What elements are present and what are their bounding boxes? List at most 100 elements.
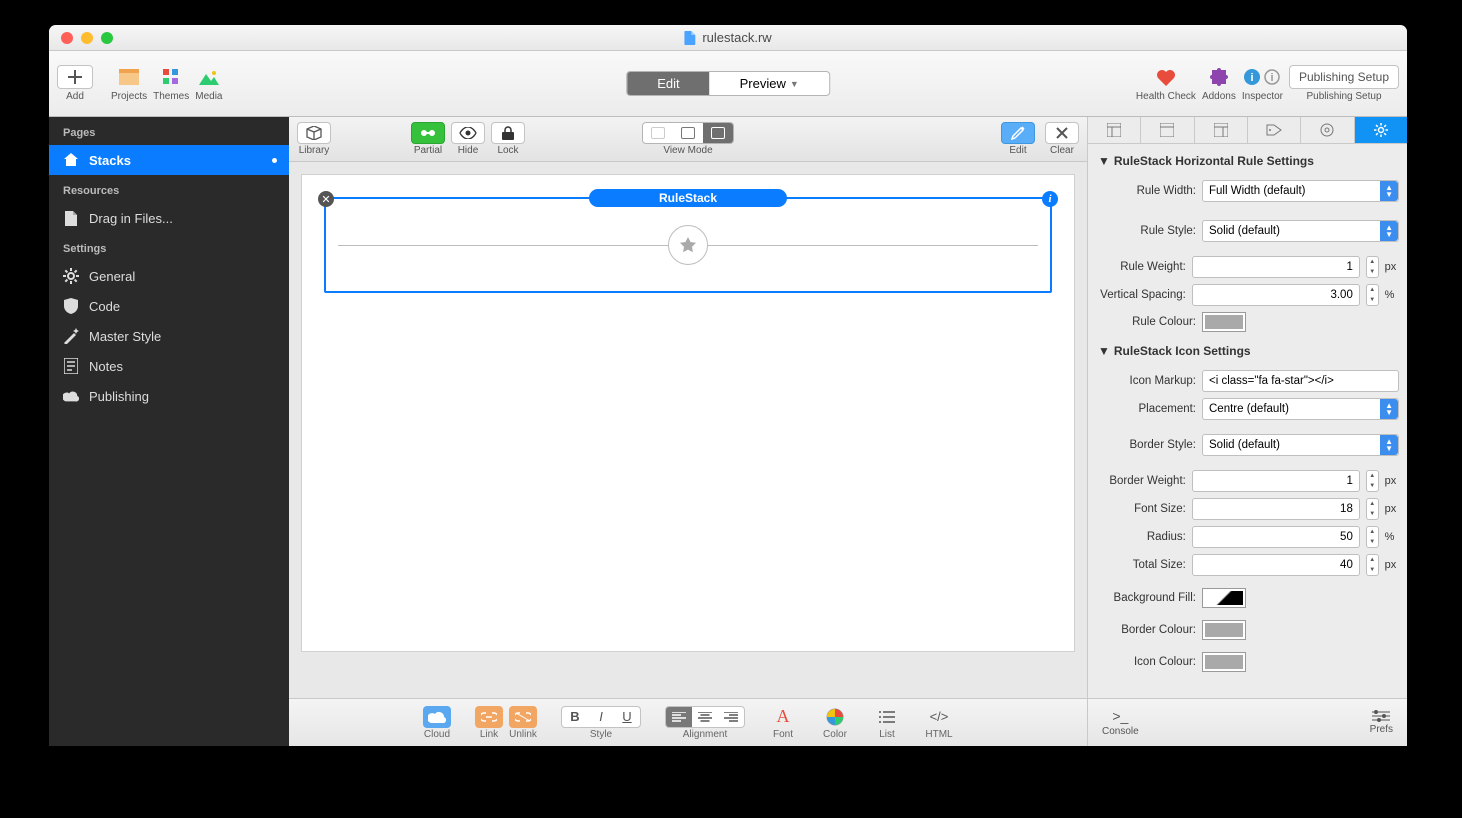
inspector-tab-3[interactable] bbox=[1195, 117, 1248, 143]
projects-button[interactable]: Projects bbox=[111, 65, 147, 102]
layout3-icon bbox=[1214, 123, 1228, 137]
publishing-setup-button[interactable]: Publishing Setup Publishing Setup bbox=[1289, 65, 1399, 102]
health-check-button[interactable]: Health Check bbox=[1136, 65, 1196, 102]
inspector-tab-2[interactable] bbox=[1141, 117, 1194, 143]
inspector-toggle[interactable]: i i Inspector bbox=[1242, 65, 1283, 102]
section-icon-settings[interactable]: ▼RuleStack Icon Settings bbox=[1096, 338, 1399, 364]
sidebar-item-code[interactable]: Code bbox=[49, 291, 289, 321]
preview-mode-tab[interactable]: Preview▼ bbox=[710, 72, 829, 95]
page-surface[interactable]: ✕ RuleStack i bbox=[301, 174, 1075, 652]
rule-icon-preview bbox=[668, 225, 708, 265]
stepper-font-size[interactable]: ▲▼ bbox=[1366, 498, 1379, 520]
input-radius[interactable] bbox=[1192, 526, 1360, 548]
swatch-bg-fill[interactable] bbox=[1202, 588, 1246, 608]
section-rule-settings[interactable]: ▼RuleStack Horizontal Rule Settings bbox=[1096, 148, 1399, 174]
library-button[interactable]: Library bbox=[297, 122, 331, 156]
select-rule-width[interactable]: Full Width (default)▲▼ bbox=[1202, 180, 1399, 202]
input-rule-weight[interactable] bbox=[1192, 256, 1360, 278]
wand-icon bbox=[63, 328, 79, 344]
select-border-style[interactable]: Solid (default)▲▼ bbox=[1202, 434, 1399, 456]
media-button[interactable]: Media bbox=[195, 65, 222, 102]
sidebar-item-general[interactable]: General bbox=[49, 261, 289, 291]
swatch-border-colour[interactable] bbox=[1202, 620, 1246, 640]
bold-button[interactable]: B bbox=[562, 707, 588, 727]
home-icon bbox=[63, 152, 79, 168]
stepper-radius[interactable]: ▲▼ bbox=[1366, 526, 1379, 548]
inspector-tab-1[interactable] bbox=[1088, 117, 1141, 143]
plus-icon bbox=[68, 70, 82, 84]
chevron-down-icon: ▼ bbox=[790, 79, 799, 89]
stack-edit-button[interactable]: Edit bbox=[1001, 122, 1035, 156]
sidebar-item-drag-files[interactable]: Drag in Files... bbox=[49, 203, 289, 233]
document-icon bbox=[684, 31, 696, 45]
swatch-rule-colour[interactable] bbox=[1202, 312, 1246, 332]
rulestack-element[interactable]: ✕ RuleStack i bbox=[324, 197, 1052, 293]
sidebar-item-stacks[interactable]: Stacks bbox=[49, 145, 289, 175]
prefs-button[interactable]: Prefs bbox=[1370, 710, 1393, 735]
label-bg-fill: Background Fill: bbox=[1096, 592, 1196, 604]
underline-button[interactable]: U bbox=[614, 707, 640, 727]
add-button[interactable]: Add bbox=[57, 65, 93, 102]
puzzle-icon bbox=[1210, 68, 1228, 86]
cloud-button[interactable]: Cloud bbox=[423, 706, 451, 740]
stepper-border-weight[interactable]: ▲▼ bbox=[1366, 470, 1379, 492]
hide-button[interactable]: Hide bbox=[451, 122, 485, 156]
stack-info-button[interactable]: i bbox=[1042, 191, 1058, 207]
input-font-size[interactable] bbox=[1192, 498, 1360, 520]
label-placement: Placement: bbox=[1096, 403, 1196, 415]
svg-text:i: i bbox=[1251, 72, 1254, 84]
italic-button[interactable]: I bbox=[588, 707, 614, 727]
document-title: rulestack.rw bbox=[684, 30, 771, 45]
align-center-button[interactable] bbox=[692, 707, 718, 727]
inspector-body: ▼RuleStack Horizontal Rule Settings Rule… bbox=[1088, 144, 1407, 698]
input-icon-markup[interactable] bbox=[1202, 370, 1399, 392]
color-button[interactable]: Color bbox=[821, 706, 849, 740]
cube-icon bbox=[306, 126, 322, 140]
inspector-tab-5[interactable] bbox=[1301, 117, 1354, 143]
document-title-text: rulestack.rw bbox=[702, 30, 771, 45]
font-button[interactable]: AFont bbox=[769, 706, 797, 740]
select-placement[interactable]: Centre (default)▲▼ bbox=[1202, 398, 1399, 420]
view-mode-3[interactable] bbox=[703, 123, 733, 143]
label-border-style: Border Style: bbox=[1096, 439, 1196, 451]
sidebar-item-master-style[interactable]: Master Style bbox=[49, 321, 289, 351]
minimize-window-button[interactable] bbox=[81, 32, 93, 44]
addons-button[interactable]: Addons bbox=[1202, 65, 1236, 102]
sidebar-item-publishing[interactable]: Publishing bbox=[49, 381, 289, 411]
edit-mode-tab[interactable]: Edit bbox=[627, 72, 709, 95]
inspector-tab-settings[interactable] bbox=[1355, 117, 1407, 143]
themes-button[interactable]: Themes bbox=[153, 65, 189, 102]
link-button[interactable]: Link bbox=[475, 706, 503, 740]
info-icon: i bbox=[1244, 69, 1260, 85]
inspector-tab-4[interactable] bbox=[1248, 117, 1301, 143]
view-mode-1[interactable] bbox=[643, 123, 673, 143]
input-vspacing[interactable] bbox=[1192, 284, 1360, 306]
swatch-icon-colour[interactable] bbox=[1202, 652, 1246, 672]
align-right-button[interactable] bbox=[718, 707, 744, 727]
unlink-icon bbox=[515, 712, 531, 722]
select-rule-style[interactable]: Solid (default)▲▼ bbox=[1202, 220, 1399, 242]
view-mode-2[interactable] bbox=[673, 123, 703, 143]
gear-icon bbox=[1374, 123, 1388, 137]
stack-remove-button[interactable]: ✕ bbox=[318, 191, 334, 207]
input-border-weight[interactable] bbox=[1192, 470, 1360, 492]
sliders-icon bbox=[1372, 710, 1390, 722]
zoom-window-button[interactable] bbox=[101, 32, 113, 44]
list-button[interactable]: List bbox=[873, 706, 901, 740]
stepper-rule-weight[interactable]: ▲▼ bbox=[1366, 256, 1379, 278]
layout2-icon bbox=[1160, 123, 1174, 137]
x-icon bbox=[1056, 127, 1068, 139]
unlink-button[interactable]: Unlink bbox=[509, 706, 537, 740]
clear-button[interactable]: Clear bbox=[1045, 122, 1079, 156]
console-button[interactable]: >_ Console bbox=[1102, 708, 1139, 737]
stepper-total-size[interactable]: ▲▼ bbox=[1366, 554, 1379, 576]
stepper-vspacing[interactable]: ▲▼ bbox=[1366, 284, 1379, 306]
canvas[interactable]: ✕ RuleStack i bbox=[289, 162, 1087, 698]
partial-button[interactable]: Partial bbox=[411, 122, 445, 156]
align-left-button[interactable] bbox=[666, 707, 692, 727]
lock-button[interactable]: Lock bbox=[491, 122, 525, 156]
input-total-size[interactable] bbox=[1192, 554, 1360, 576]
sidebar-item-notes[interactable]: Notes bbox=[49, 351, 289, 381]
close-window-button[interactable] bbox=[61, 32, 73, 44]
html-button[interactable]: </>HTML bbox=[925, 706, 953, 740]
